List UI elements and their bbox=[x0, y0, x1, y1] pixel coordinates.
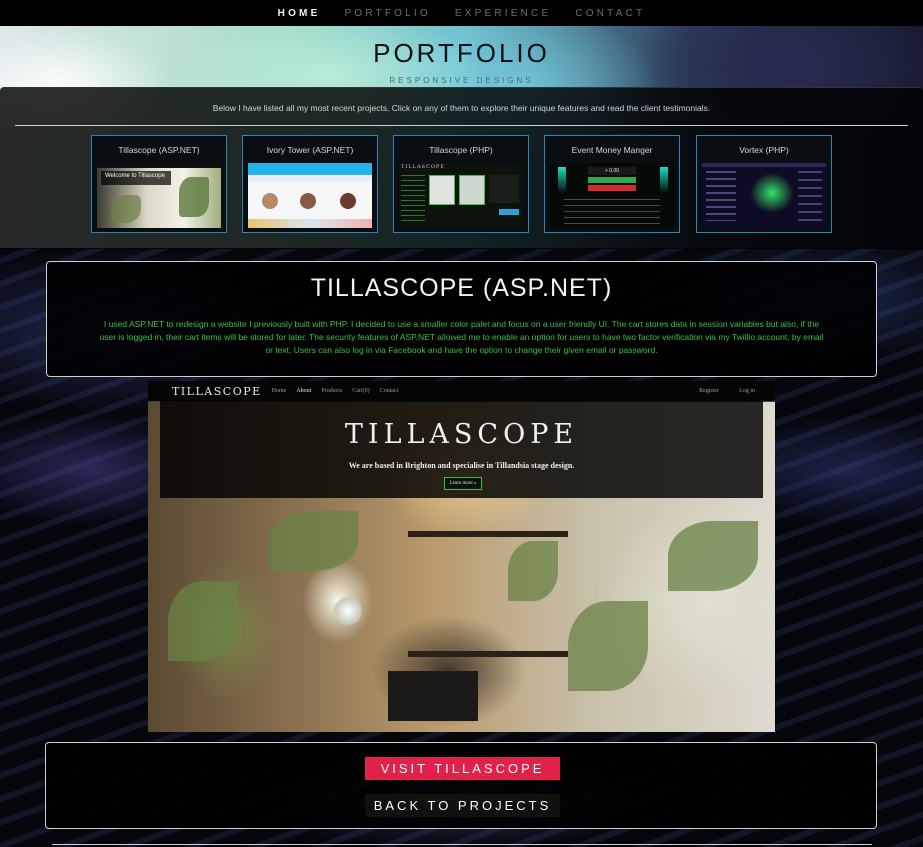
screenshot-nav-cart: Cart(0) bbox=[352, 388, 370, 394]
project-thumbnail bbox=[702, 163, 826, 228]
footer-divider bbox=[52, 844, 872, 845]
nav-home[interactable]: HOME bbox=[278, 8, 321, 19]
screenshot-hero: TILLASCOPE We are based in Brighton and … bbox=[160, 401, 763, 498]
page-title: PORTFOLIO bbox=[373, 38, 550, 68]
thumbnail-text: + 0.00 bbox=[588, 167, 636, 175]
project-description-panel: TILLASCOPE (ASP.NET) I used ASP.NET to r… bbox=[46, 261, 877, 377]
project-card-title: Vortex (PHP) bbox=[739, 145, 789, 155]
project-card-title: Event Money Manger bbox=[571, 145, 653, 155]
visit-site-button[interactable]: VISIT TILLASCOPE bbox=[365, 757, 560, 780]
screenshot-hero-subtitle: We are based in Brighton and specialise … bbox=[348, 461, 575, 470]
projects-intro: Below I have listed all my most recent p… bbox=[212, 103, 711, 113]
project-card-event-money-manager[interactable]: Event Money Manger + 0.00 bbox=[544, 135, 680, 233]
projects-panel: Below I have listed all my most recent p… bbox=[0, 87, 923, 249]
screenshot-nav-about: About bbox=[296, 388, 312, 394]
page-subtitle: RESPONSIVE DESIGNS bbox=[389, 76, 534, 85]
screenshot-hero-title: TILLASCOPE bbox=[344, 419, 579, 450]
nav-experience[interactable]: EXPERIENCE bbox=[455, 8, 551, 19]
screenshot-brand: TILLASCOPE bbox=[172, 384, 262, 398]
thumbnail-text: TILLASCOPE bbox=[401, 164, 445, 170]
project-card-title: Tillascope (PHP) bbox=[429, 145, 493, 155]
nav-contact[interactable]: CONTACT bbox=[575, 8, 645, 19]
project-thumbnail: + 0.00 bbox=[550, 163, 674, 228]
screenshot-nav-register: Register bbox=[699, 388, 720, 394]
thumbnail-text: Welcome to Tillascope bbox=[105, 173, 165, 179]
screenshot-navbar: TILLASCOPE Home About Products Cart(0) C… bbox=[148, 381, 775, 402]
project-card-vortex-php[interactable]: Vortex (PHP) bbox=[696, 135, 832, 233]
project-card-ivory-tower[interactable]: Ivory Tower (ASP.NET) bbox=[242, 135, 378, 233]
back-to-projects-button[interactable]: BACK TO PROJECTS bbox=[365, 794, 560, 817]
nav-portfolio[interactable]: PORTFOLIO bbox=[344, 8, 430, 19]
project-card-title: Tillascope (ASP.NET) bbox=[118, 145, 200, 155]
actions-panel: VISIT TILLASCOPE BACK TO PROJECTS bbox=[45, 742, 877, 829]
project-card-tillascope-php[interactable]: Tillascope (PHP) TILLASCOPE bbox=[393, 135, 529, 233]
screenshot-nav-login: Log in bbox=[739, 388, 755, 394]
screenshot-nav-products: Products bbox=[321, 388, 343, 394]
divider bbox=[15, 125, 908, 126]
project-thumbnail: TILLASCOPE bbox=[399, 163, 523, 228]
screenshot-nav-contact: Contact bbox=[379, 388, 399, 394]
project-description: I used ASP.NET to redesign a website I p… bbox=[99, 319, 824, 355]
top-nav: HOME PORTFOLIO EXPERIENCE CONTACT bbox=[0, 0, 923, 26]
screenshot-nav-home: Home bbox=[271, 388, 287, 394]
project-thumbnail bbox=[248, 163, 372, 228]
project-card-title: Ivory Tower (ASP.NET) bbox=[266, 145, 354, 155]
project-card-tillascope-aspnet[interactable]: Tillascope (ASP.NET) Welcome to Tillasco… bbox=[91, 135, 227, 233]
project-screenshot: TILLASCOPE Home About Products Cart(0) C… bbox=[148, 381, 775, 732]
project-thumbnail: Welcome to Tillascope bbox=[97, 163, 221, 228]
project-title: TILLASCOPE (ASP.NET) bbox=[310, 274, 613, 302]
screenshot-learn-more: Learn more » bbox=[444, 477, 482, 490]
